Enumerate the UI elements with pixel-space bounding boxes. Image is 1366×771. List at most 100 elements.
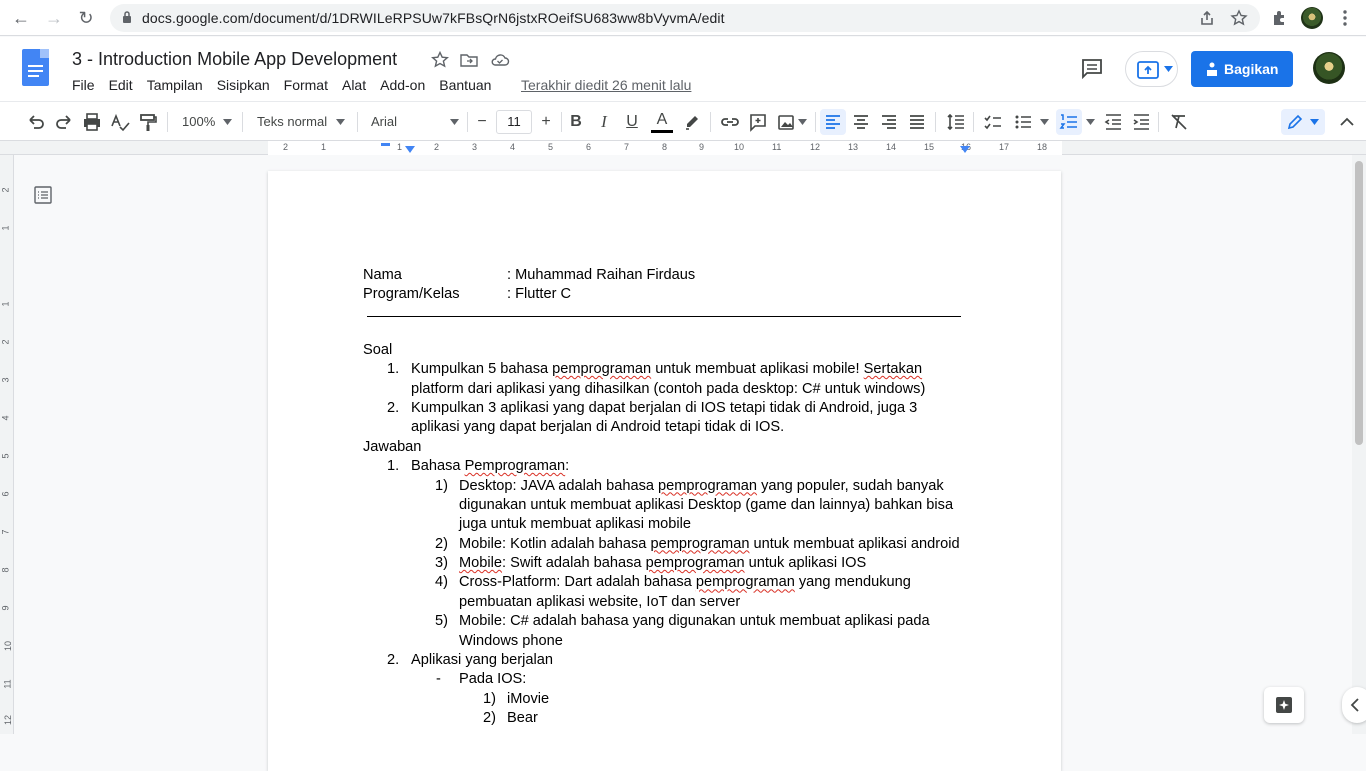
insert-link-icon[interactable] bbox=[719, 110, 741, 134]
explore-button[interactable] bbox=[1264, 687, 1304, 723]
sub-list-item: - Pada IOS: bbox=[363, 670, 973, 689]
clear-formatting-icon[interactable] bbox=[1168, 110, 1190, 134]
list-text: platform dari aplikasi yang dihasilkan (… bbox=[411, 380, 926, 397]
list-number: 1) bbox=[483, 690, 496, 707]
undo-icon[interactable] bbox=[25, 110, 47, 134]
first-line-indent-marker[interactable] bbox=[380, 142, 392, 154]
paint-format-icon[interactable] bbox=[137, 110, 159, 134]
pencil-icon bbox=[1287, 114, 1303, 130]
reload-icon[interactable]: ↻ bbox=[74, 6, 98, 30]
decrease-indent-icon[interactable] bbox=[1102, 110, 1124, 134]
scrollbar-thumb[interactable] bbox=[1355, 161, 1363, 445]
sub-list-item-continued: digunakan untuk membuat aplikasi Desktop… bbox=[363, 496, 973, 515]
comment-history-icon[interactable] bbox=[1080, 57, 1104, 79]
present-button[interactable] bbox=[1125, 51, 1178, 87]
text-color-button[interactable]: A bbox=[651, 110, 673, 133]
document-page[interactable]: Nama : Muhammad Raihan Firdaus Program/K… bbox=[268, 171, 1061, 771]
share-page-icon[interactable] bbox=[1198, 9, 1216, 27]
line-spacing-icon[interactable] bbox=[945, 110, 967, 134]
align-right-icon[interactable] bbox=[878, 110, 900, 134]
docs-logo-icon[interactable] bbox=[22, 49, 49, 86]
back-icon[interactable]: ← bbox=[9, 6, 33, 30]
section-heading: Soal bbox=[363, 341, 393, 358]
info-value: : Flutter C bbox=[507, 286, 572, 303]
print-icon[interactable] bbox=[81, 110, 103, 134]
docs-header: 3 - Introduction Mobile App Development … bbox=[0, 37, 1366, 101]
insert-image-icon[interactable] bbox=[775, 110, 797, 134]
vertical-scrollbar[interactable] bbox=[1352, 155, 1366, 734]
menu-format[interactable]: Format bbox=[284, 77, 328, 93]
side-panel-toggle[interactable] bbox=[1342, 687, 1366, 723]
underline-button[interactable]: U bbox=[622, 110, 642, 134]
ruler-number: 17 bbox=[999, 142, 1010, 152]
bold-button[interactable]: B bbox=[566, 110, 586, 134]
menu-bar: File Edit Tampilan Sisipkan Format Alat … bbox=[72, 77, 505, 93]
menu-help[interactable]: Bantuan bbox=[439, 77, 491, 93]
ruler-number: 6 bbox=[586, 142, 592, 152]
menu-tools[interactable]: Alat bbox=[342, 77, 366, 93]
align-left-icon[interactable] bbox=[822, 110, 844, 134]
star-icon[interactable] bbox=[430, 50, 450, 70]
bulleted-list-icon[interactable] bbox=[1012, 110, 1034, 134]
decrease-font-size-button[interactable]: − bbox=[472, 110, 492, 134]
move-folder-icon[interactable] bbox=[459, 50, 479, 70]
extensions-puzzle-icon[interactable] bbox=[1270, 8, 1290, 28]
align-center-icon[interactable] bbox=[850, 110, 872, 134]
editing-mode-button[interactable] bbox=[1281, 109, 1325, 135]
share-button[interactable]: Bagikan bbox=[1191, 51, 1293, 87]
numbered-list-icon[interactable] bbox=[1058, 110, 1080, 134]
ruler-number: 2 bbox=[434, 142, 440, 152]
list-text: Kumpulkan 3 aplikasi yang dapat berjalan… bbox=[411, 399, 918, 416]
collapse-menu-icon[interactable] bbox=[1337, 110, 1357, 134]
sub-list-item: 2) Mobile: Kotlin adalah bahasa pemprogr… bbox=[363, 535, 973, 554]
list-item: 1. Bahasa Pemprograman: bbox=[363, 457, 973, 476]
menu-file[interactable]: File bbox=[72, 77, 95, 93]
list-text: Kumpulkan 5 bahasa pemprograman untuk me… bbox=[411, 361, 923, 378]
justify-icon[interactable] bbox=[906, 110, 928, 134]
list-item: 2. Kumpulkan 3 aplikasi yang dapat berja… bbox=[363, 399, 973, 418]
zoom-caret-icon bbox=[223, 119, 232, 125]
menu-view[interactable]: Tampilan bbox=[147, 77, 203, 93]
address-bar[interactable]: docs.google.com/document/d/1DRWILeRPSUw7… bbox=[110, 4, 1260, 32]
highlight-color-icon[interactable] bbox=[681, 110, 703, 134]
italic-button[interactable]: I bbox=[594, 110, 614, 134]
forward-icon[interactable]: → bbox=[42, 6, 66, 30]
menu-insert[interactable]: Sisipkan bbox=[217, 77, 270, 93]
ruler-number: 2 bbox=[0, 339, 11, 345]
menu-addons[interactable]: Add-on bbox=[380, 77, 425, 93]
document-title[interactable]: 3 - Introduction Mobile App Development bbox=[72, 49, 397, 70]
font-size-input[interactable]: 11 bbox=[496, 110, 532, 134]
list-text: Mobile: Kotlin adalah bahasa pemprograma… bbox=[459, 535, 960, 552]
vertical-ruler[interactable]: 2 1 1 2 3 4 5 6 7 8 9 10 11 12 bbox=[0, 155, 14, 734]
browser-profile-avatar[interactable] bbox=[1301, 7, 1323, 29]
horizontal-ruler[interactable]: 2 1 1 2 3 4 5 6 7 8 9 10 11 12 13 14 15 … bbox=[0, 141, 1366, 155]
add-comment-icon[interactable] bbox=[747, 110, 769, 134]
increase-indent-icon[interactable] bbox=[1130, 110, 1152, 134]
menu-edit[interactable]: Edit bbox=[109, 77, 133, 93]
paragraph-style-select[interactable]: Teks normal bbox=[257, 110, 327, 134]
bookmark-star-icon[interactable] bbox=[1230, 9, 1248, 27]
cloud-saved-icon[interactable] bbox=[490, 50, 510, 70]
list-number: 1. bbox=[387, 361, 400, 378]
chevron-down-icon bbox=[1164, 66, 1173, 72]
right-indent-marker[interactable] bbox=[959, 145, 971, 154]
increase-font-size-button[interactable]: + bbox=[536, 110, 556, 134]
font-select[interactable]: Arial bbox=[371, 110, 397, 134]
last-edit-link[interactable]: Terakhir diedit 26 menit lalu bbox=[521, 77, 691, 93]
account-avatar[interactable] bbox=[1313, 52, 1345, 84]
left-indent-marker[interactable] bbox=[404, 145, 416, 154]
sub-list-item-continued: juga untuk membuat aplikasi mobile bbox=[363, 515, 973, 534]
ruler-number: 4 bbox=[510, 142, 516, 152]
ruler-number: 13 bbox=[848, 142, 859, 152]
zoom-select[interactable]: 100% bbox=[182, 110, 215, 134]
ruler-number: 8 bbox=[0, 567, 11, 573]
document-body[interactable]: Nama : Muhammad Raihan Firdaus Program/K… bbox=[363, 266, 973, 729]
checklist-icon[interactable] bbox=[982, 110, 1004, 134]
list-text: Desktop: JAVA adalah bahasa pemprograman… bbox=[459, 477, 944, 494]
info-label: Nama bbox=[363, 267, 402, 283]
spellcheck-icon[interactable] bbox=[109, 110, 131, 134]
document-outline-icon[interactable] bbox=[33, 185, 53, 205]
redo-icon[interactable] bbox=[53, 110, 75, 134]
browser-menu-icon[interactable] bbox=[1335, 8, 1355, 28]
list-bullet: - bbox=[436, 671, 441, 688]
